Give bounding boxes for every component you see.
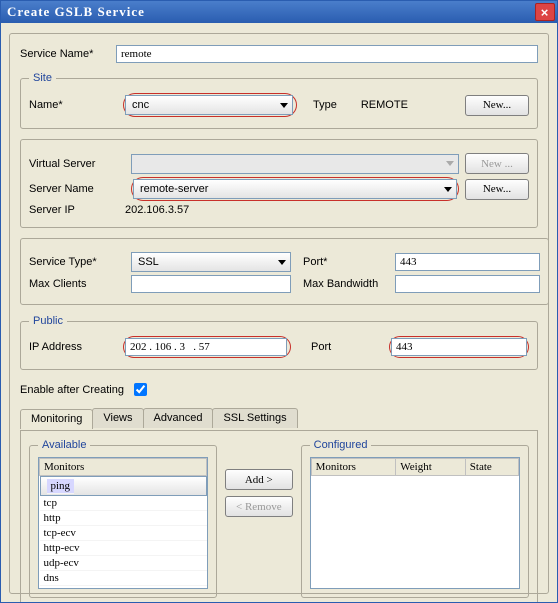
remove-button: < Remove bbox=[225, 496, 293, 517]
available-legend: Available bbox=[38, 439, 90, 451]
monitor-name: http-ecv bbox=[40, 541, 207, 556]
public-port-input[interactable] bbox=[391, 338, 527, 356]
available-fieldset: Available Monitors ping tcphttptcp-ecvhtt… bbox=[29, 439, 217, 598]
monitor-name: ping bbox=[47, 479, 75, 494]
server-name-value: remote-server bbox=[140, 183, 208, 195]
site-type-label: Type bbox=[313, 99, 337, 111]
monitor-name: tcp bbox=[40, 496, 207, 511]
chevron-down-icon bbox=[444, 187, 452, 192]
configured-header-monitors[interactable]: Monitors bbox=[311, 459, 396, 476]
site-new-button[interactable]: New... bbox=[465, 95, 529, 116]
public-fieldset: Public IP Address Port bbox=[20, 315, 538, 370]
service-type-label: Service Type* bbox=[29, 256, 125, 268]
configured-header-state[interactable]: State bbox=[465, 459, 518, 476]
available-header[interactable]: Monitors bbox=[40, 459, 207, 476]
virtual-server-new-button: New ... bbox=[465, 153, 529, 174]
server-name-select[interactable]: remote-server bbox=[133, 179, 457, 199]
chevron-down-icon bbox=[446, 161, 454, 166]
configured-table: Monitors Weight State bbox=[311, 458, 519, 476]
max-clients-input[interactable] bbox=[131, 275, 291, 293]
service-type-select[interactable]: SSL bbox=[131, 252, 291, 272]
public-ip-input[interactable] bbox=[125, 338, 287, 356]
enable-row: Enable after Creating bbox=[20, 380, 538, 399]
site-type-value: REMOTE bbox=[361, 99, 408, 111]
chevron-down-icon bbox=[280, 103, 288, 108]
public-ip-label: IP Address bbox=[29, 341, 117, 353]
monitor-name: tcp-ecv bbox=[40, 526, 207, 541]
monitor-name: ftp bbox=[40, 586, 207, 590]
site-legend: Site bbox=[29, 72, 56, 84]
title-bar: Create GSLB Service × bbox=[1, 1, 557, 23]
list-item[interactable]: ftp bbox=[40, 586, 207, 590]
service-name-row: Service Name* bbox=[20, 45, 538, 63]
monitor-name: udp-ecv bbox=[40, 556, 207, 571]
public-legend: Public bbox=[29, 315, 67, 327]
service-name-input[interactable] bbox=[116, 45, 538, 63]
site-name-select[interactable]: cnc bbox=[125, 95, 293, 115]
site-fieldset: Site Name* cnc Type REMOTE New... bbox=[20, 72, 538, 129]
configured-fieldset: Configured Monitors Weight State bbox=[301, 439, 529, 598]
close-icon[interactable]: × bbox=[535, 3, 555, 21]
tab-views[interactable]: Views bbox=[92, 408, 143, 428]
available-table: Monitors ping tcphttptcp-ecvhttp-ecvudp-e… bbox=[39, 458, 207, 589]
service-type-value: SSL bbox=[138, 256, 159, 268]
public-port-label: Port bbox=[311, 341, 383, 353]
add-button[interactable]: Add > bbox=[225, 469, 293, 490]
service-name-label: Service Name* bbox=[20, 48, 116, 60]
highlight-ring bbox=[123, 336, 291, 358]
configured-legend: Configured bbox=[310, 439, 372, 451]
highlight-ring bbox=[389, 336, 529, 358]
server-name-label: Server Name bbox=[29, 183, 125, 195]
tab-advanced[interactable]: Advanced bbox=[143, 408, 214, 428]
virtual-server-select bbox=[131, 154, 459, 174]
server-name-new-button[interactable]: New... bbox=[465, 179, 529, 200]
virtual-server-label: Virtual Server bbox=[29, 158, 125, 170]
chevron-down-icon bbox=[278, 260, 286, 265]
highlight-ring: cnc bbox=[123, 93, 297, 117]
site-name-label: Name* bbox=[29, 99, 117, 111]
tab-monitoring[interactable]: Monitoring bbox=[20, 409, 93, 429]
list-item[interactable]: dns bbox=[40, 571, 207, 586]
max-clients-label: Max Clients bbox=[29, 278, 125, 290]
max-bandwidth-input[interactable] bbox=[395, 275, 540, 293]
site-name-value: cnc bbox=[132, 99, 149, 111]
dialog-window: Create GSLB Service × Service Name* Site… bbox=[0, 0, 558, 603]
enable-after-creating-checkbox[interactable] bbox=[134, 383, 147, 396]
configured-listbox[interactable]: Monitors Weight State bbox=[310, 457, 520, 589]
dialog-body: Service Name* Site Name* cnc Type REMOTE bbox=[1, 23, 557, 602]
available-listbox[interactable]: Monitors ping tcphttptcp-ecvhttp-ecvudp-e… bbox=[38, 457, 208, 589]
list-item[interactable]: http bbox=[40, 511, 207, 526]
server-fieldset: Virtual Server New ... Server Name remot… bbox=[20, 139, 538, 228]
enable-after-creating-label: Enable after Creating bbox=[20, 384, 124, 396]
list-item[interactable]: http-ecv bbox=[40, 541, 207, 556]
highlight-ring: remote-server bbox=[131, 177, 459, 201]
monitor-name: http bbox=[40, 511, 207, 526]
configured-header-weight[interactable]: Weight bbox=[396, 459, 466, 476]
port-label: Port* bbox=[303, 256, 389, 268]
server-ip-label: Server IP bbox=[29, 204, 125, 216]
service-fieldset: Service Type* SSL Port* Max Clients Max … bbox=[20, 238, 549, 305]
transfer-buttons: Add > < Remove bbox=[225, 469, 293, 517]
main-panel: Service Name* Site Name* cnc Type REMOTE bbox=[9, 33, 549, 594]
list-item[interactable]: tcp-ecv bbox=[40, 526, 207, 541]
window-title: Create GSLB Service bbox=[7, 4, 145, 20]
tabs: Monitoring Views Advanced SSL Settings bbox=[20, 408, 538, 428]
max-bandwidth-label: Max Bandwidth bbox=[303, 278, 389, 290]
monitor-name: dns bbox=[40, 571, 207, 586]
list-item[interactable]: udp-ecv bbox=[40, 556, 207, 571]
server-ip-value: 202.106.3.57 bbox=[125, 204, 189, 216]
port-input[interactable] bbox=[395, 253, 540, 271]
tab-panel-monitoring: Available Monitors ping tcphttptcp-ecvhtt… bbox=[20, 430, 538, 602]
tab-ssl-settings[interactable]: SSL Settings bbox=[212, 408, 297, 428]
list-item[interactable]: tcp bbox=[40, 496, 207, 511]
list-item[interactable]: ping bbox=[40, 476, 207, 496]
